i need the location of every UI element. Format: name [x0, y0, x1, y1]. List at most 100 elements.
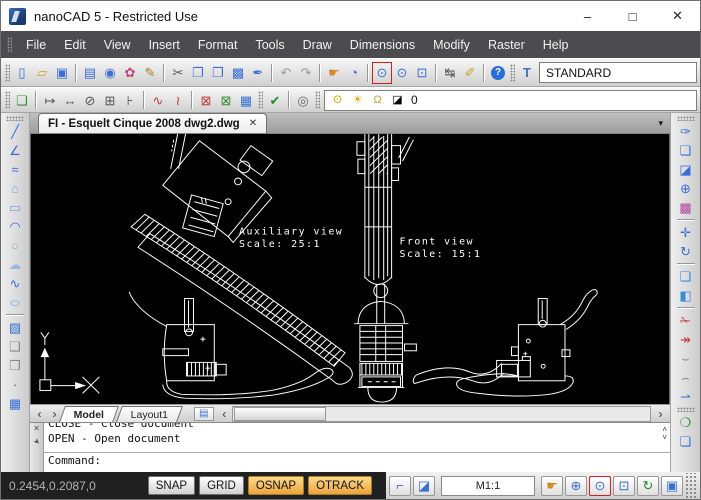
draw-polygon-button[interactable]: ⌂ [3, 179, 27, 198]
status-regen-button[interactable]: ↻ [637, 475, 659, 496]
measure-ruler-button[interactable]: ✐ [460, 62, 480, 84]
ucs-toggle-button[interactable]: ⌐ [389, 475, 411, 496]
toggle-otrack[interactable]: OTRACK [308, 476, 372, 495]
command-close-icon[interactable]: ✕ [33, 425, 40, 433]
properties-sheet-button[interactable]: ❏ [674, 432, 698, 451]
join-button[interactable]: ⌢ [674, 368, 698, 387]
measure-align-button[interactable]: ⇀ [674, 387, 698, 406]
menu-dimensions[interactable]: Dimensions [341, 33, 424, 57]
tab-scroll-left-icon[interactable]: ‹ [32, 406, 47, 421]
boundary-button[interactable]: ⊕ [674, 179, 698, 198]
insert-table-button[interactable]: ▦ [3, 394, 27, 413]
measure-distance-button[interactable]: ↹ [440, 62, 460, 84]
status-pan-button[interactable]: ☛ [541, 475, 563, 496]
draw-order-button[interactable]: ❍ [674, 413, 698, 432]
spline-edit-button[interactable]: ∿ [148, 89, 168, 111]
status-zoom-extents-button[interactable]: ⊡ [613, 475, 635, 496]
draw-circle-button[interactable]: ○ [3, 236, 27, 255]
page-setup-button[interactable]: ✎ [140, 62, 160, 84]
menu-raster[interactable]: Raster [479, 33, 534, 57]
menu-insert[interactable]: Insert [140, 33, 189, 57]
menu-draw[interactable]: Draw [294, 33, 341, 57]
tab-model[interactable]: Model [59, 405, 120, 422]
dim-none-button[interactable]: ⊘ [80, 89, 100, 111]
layer-color-swatch-button[interactable]: ◪ [389, 89, 409, 111]
tab-overflow-icon[interactable]: ▾ [658, 118, 663, 129]
menu-help[interactable]: Help [534, 33, 578, 57]
help-button[interactable]: ? [488, 62, 508, 84]
batch-plot-button[interactable]: ✿ [120, 62, 140, 84]
horizontal-scrollbar[interactable] [231, 405, 651, 422]
create-block-button[interactable]: ❑ [3, 337, 27, 356]
new-document-button[interactable]: ▯ [12, 62, 32, 84]
zoom-previous-button[interactable]: ◔ [344, 62, 364, 84]
maximize-button[interactable]: □ [610, 1, 655, 31]
zoom-window-button[interactable]: ⊙ [372, 61, 392, 84]
dim-group-button[interactable]: ⊞ [100, 89, 120, 111]
resize-grip[interactable] [685, 473, 697, 499]
spline-frame-button[interactable]: ≀ [168, 89, 188, 111]
move-button[interactable]: ✛ [674, 223, 698, 242]
scale-indicator[interactable]: M1:1 [441, 475, 535, 496]
find-button[interactable]: ◎ [293, 89, 313, 111]
text-style-button[interactable]: T [517, 62, 537, 84]
break-button[interactable]: ⌣ [674, 349, 698, 368]
dim-linear-button[interactable]: ↔ [60, 89, 80, 111]
redo-button[interactable]: ↷ [296, 62, 316, 84]
plot-button[interactable]: ▤ [80, 62, 100, 84]
command-prompt[interactable]: Command: [44, 453, 670, 472]
status-fullscreen-button[interactable]: ▣ [661, 475, 683, 496]
layout-preview-button[interactable]: ▤ [193, 406, 214, 421]
copy-properties-button[interactable]: ❏ [12, 89, 32, 111]
draw-line-button[interactable]: ╱ [3, 122, 27, 141]
open-document-button[interactable]: ▱ [32, 62, 52, 84]
draw-cloud-button[interactable]: ☁ [3, 255, 27, 274]
draw-polyline-button[interactable]: ∠ [3, 141, 27, 160]
zoom-extents-button[interactable]: ⊡ [412, 62, 432, 84]
draw-ellipse-button[interactable]: ○ [3, 293, 27, 312]
menu-format[interactable]: Format [189, 33, 247, 57]
layer-freeze-sun-button[interactable]: ☀ [349, 89, 369, 111]
draw-arc-button[interactable]: ◠ [3, 217, 27, 236]
undo-button[interactable]: ↶ [276, 62, 296, 84]
menu-file[interactable]: File [17, 33, 55, 57]
minimize-button[interactable]: – [565, 1, 610, 31]
format-painter-button[interactable]: ✒ [248, 62, 268, 84]
layer-combo[interactable]: ʘ ☀ Ω ◪ 0 [324, 89, 697, 111]
insert-block-button[interactable]: ❒ [3, 356, 27, 375]
hscroll-left-icon[interactable]: ‹ [217, 406, 232, 421]
copy-object-button[interactable]: ❏ [674, 141, 698, 160]
array-button[interactable]: ▩ [674, 198, 698, 217]
copy-button[interactable]: ❐ [188, 62, 208, 84]
close-button[interactable]: ✕ [655, 1, 700, 31]
menu-tools[interactable]: Tools [246, 33, 293, 57]
point-style-button[interactable]: · [3, 375, 27, 394]
draw-spline-button[interactable]: ∿ [3, 274, 27, 293]
standards-check-button[interactable]: ✔ [265, 89, 285, 111]
status-zoom-in-button[interactable]: ⊕ [565, 475, 587, 496]
command-pin-icon[interactable]: ➤ [31, 436, 42, 447]
layer-on-bulb-button[interactable]: ʘ [329, 89, 349, 111]
save-document-button[interactable]: ▣ [52, 62, 72, 84]
command-scroll-down-icon[interactable]: ˅ [662, 434, 667, 442]
toggle-osnap[interactable]: OSNAP [247, 476, 305, 495]
drawing-canvas[interactable]: Auxiliary view Scale: 25:1 Front view Sc… [30, 134, 670, 404]
tab-layout1[interactable]: Layout1 [116, 405, 184, 422]
menu-view[interactable]: View [95, 33, 140, 57]
export-xref-button[interactable]: ⊠ [196, 89, 216, 111]
draw-spline-cv-button[interactable]: ≈ [3, 160, 27, 179]
match-properties-button[interactable]: ✑ [674, 122, 698, 141]
extend-button[interactable]: ↠ [674, 330, 698, 349]
draw-hatch-button[interactable]: ▨ [3, 318, 27, 337]
import-xref-button[interactable]: ⊠ [216, 89, 236, 111]
layer-unlock-button[interactable]: Ω [369, 89, 389, 111]
text-style-combo[interactable]: STANDARD [539, 62, 697, 83]
zoom-dynamic-button[interactable]: ⊙ [392, 62, 412, 84]
hscroll-thumb[interactable] [233, 406, 326, 421]
toggle-snap[interactable]: SNAP [147, 476, 196, 495]
document-tab-close-icon[interactable]: ✕ [249, 118, 257, 129]
dim-baseline-button[interactable]: ⊦ [120, 89, 140, 111]
erase-button[interactable]: ◪ [674, 160, 698, 179]
document-tab[interactable]: FI - Esquelt Cinque 2008 dwg2.dwg ✕ [38, 113, 268, 133]
trim-button[interactable]: ✁ [674, 311, 698, 330]
